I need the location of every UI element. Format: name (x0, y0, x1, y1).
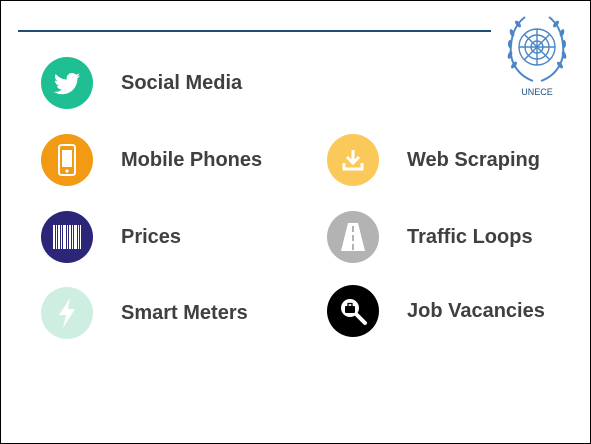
job-vacancies-circle (327, 285, 379, 337)
social-media-circle (41, 57, 93, 109)
barcode-icon (53, 225, 81, 249)
logo-text: UNECE (521, 87, 553, 97)
job-vacancies-label: Job Vacancies (407, 300, 545, 322)
prices-circle (41, 211, 93, 263)
road-icon (341, 223, 365, 251)
mobile-phone-icon (58, 144, 76, 176)
lightning-bolt-icon (59, 298, 75, 328)
slide: UNECE Social Media Mobile Phones Web Scr… (0, 0, 591, 444)
web-scraping-circle (327, 134, 379, 186)
web-scraping-label: Web Scraping (407, 149, 540, 171)
unece-logo: UNECE (497, 9, 577, 99)
download-icon (342, 150, 364, 171)
traffic-loops-label: Traffic Loops (407, 226, 533, 248)
prices-label: Prices (121, 226, 182, 248)
magnifier-briefcase-icon (341, 299, 367, 325)
mobile-phones-circle (41, 134, 93, 186)
twitter-bird-icon (53, 73, 81, 95)
traffic-loops-circle (327, 211, 379, 263)
social-media-label: Social Media (121, 72, 243, 94)
un-emblem-icon (507, 16, 567, 82)
smart-meters-label: Smart Meters (121, 302, 248, 324)
smart-meters-circle (41, 287, 93, 339)
header-rule (18, 30, 491, 32)
mobile-phones-label: Mobile Phones (121, 149, 263, 171)
